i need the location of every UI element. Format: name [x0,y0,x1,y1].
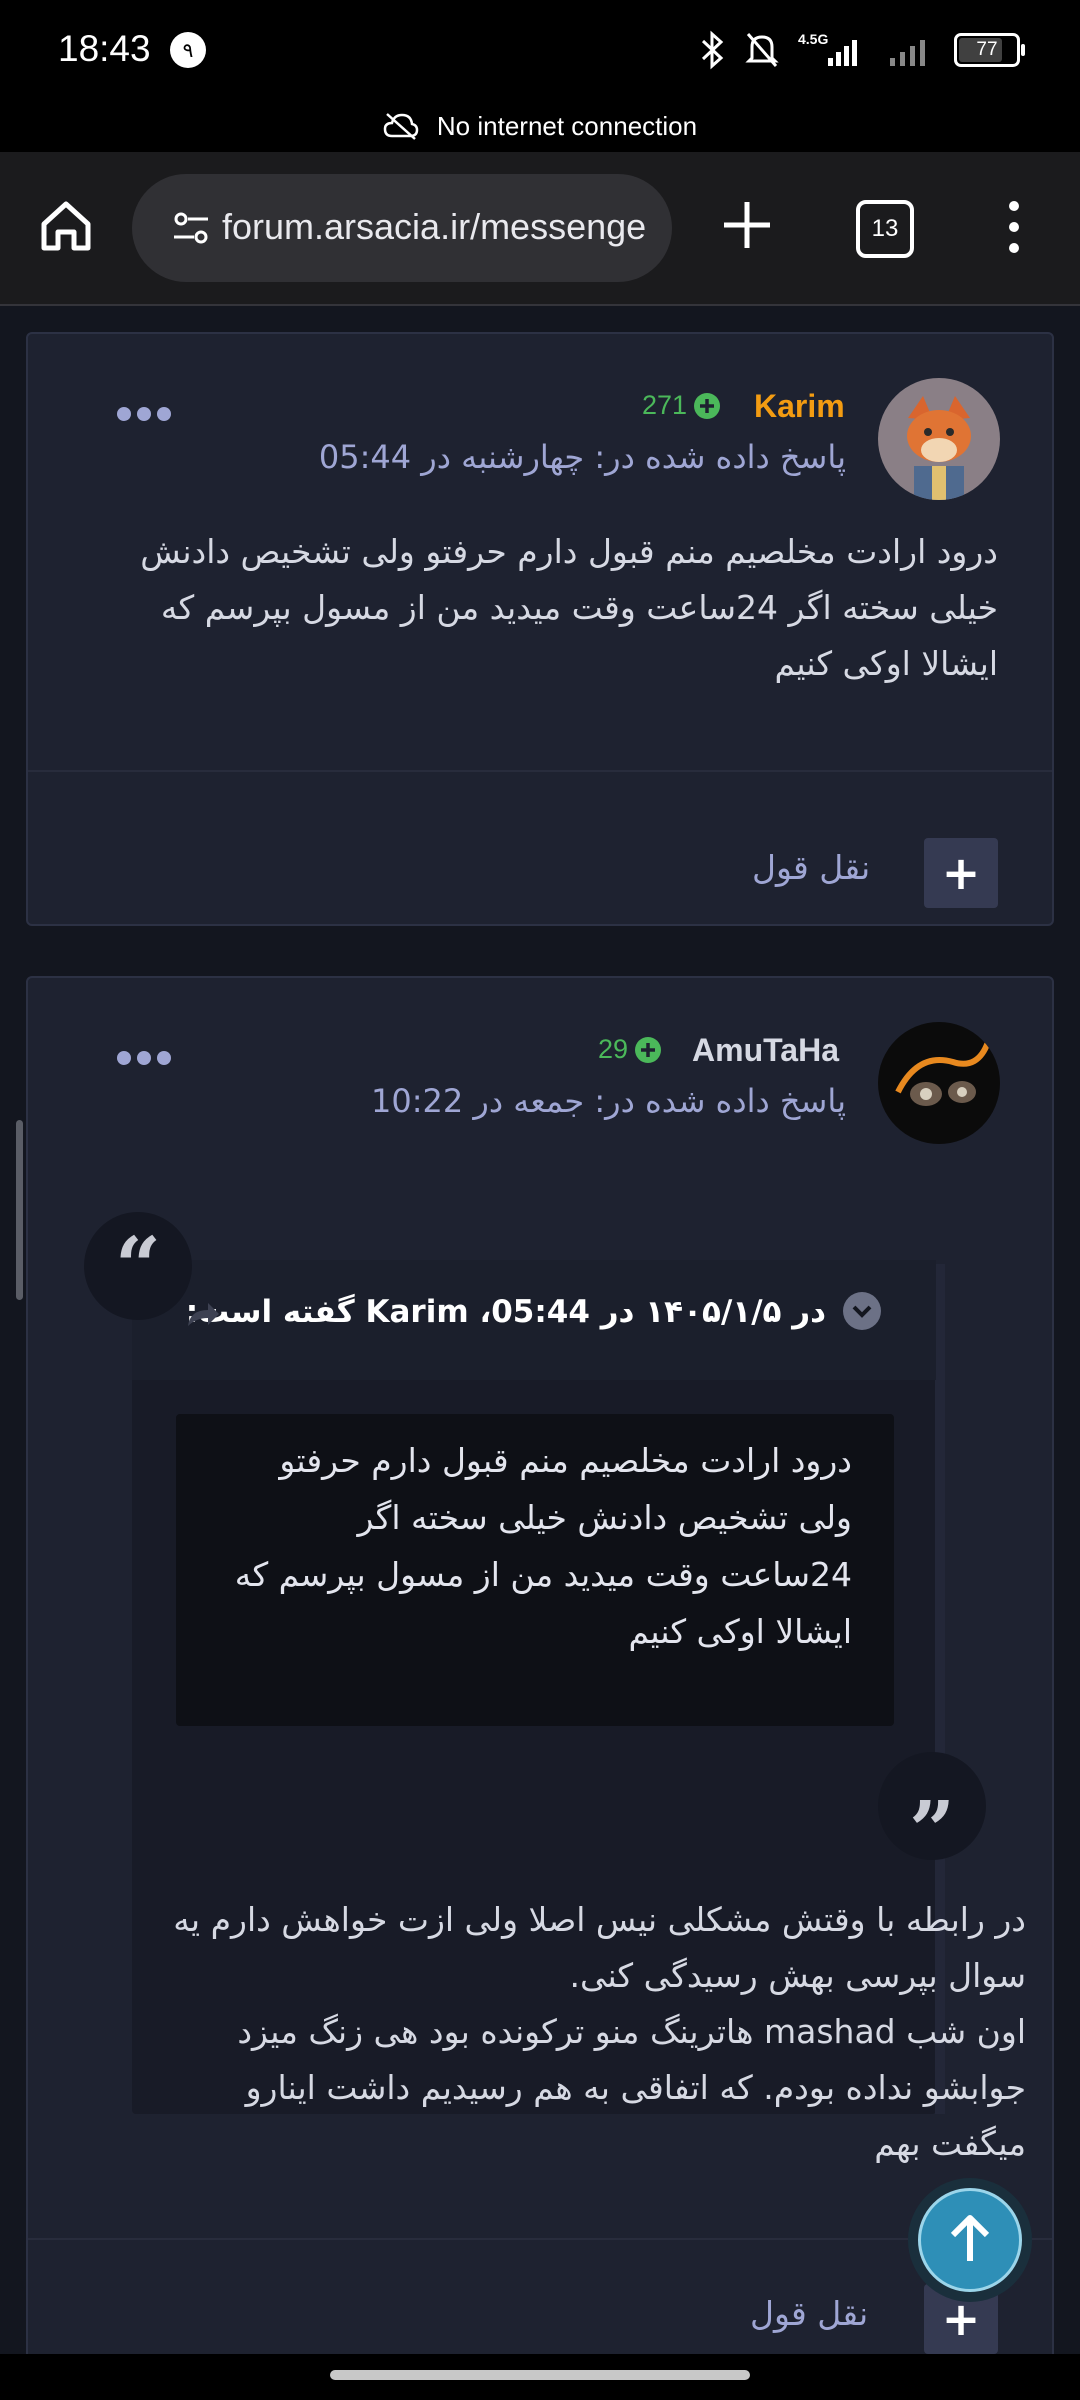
quote-attribution[interactable]: در ۱۴۰۵/۱/۵ در 05:44، Karim گفته است: [186,1294,826,1330]
fox-avatar-image [878,378,1000,500]
post-body-line: اون شب mashad هاترینگ منو ترکونده بود هی… [237,2012,1026,2051]
post-date[interactable]: پاسخ داده شده در: جمعه در 10:22 [371,1082,846,1120]
scroll-to-top-inner[interactable] [918,2188,1022,2292]
post-footer-divider [28,2238,1052,2240]
gesture-nav-bar [0,2354,1080,2400]
bell-muted-icon [745,33,779,67]
post-footer-divider [28,770,1052,772]
status-bar: 18:43 ۹ 4.5G 77 [0,0,1080,100]
new-tab-plus-icon[interactable] [716,194,778,256]
reputation-count: 271 [642,390,688,420]
quote-button[interactable]: نقل قول [750,2294,868,2333]
home-icon[interactable] [36,196,96,256]
eyes-avatar-image [878,1022,1000,1144]
post-body-line: میگفت بهم [874,2124,1026,2163]
quote-body: درود ارادت مخلصیم منم قبول دارم حرفتو ول… [206,1432,852,1660]
post-date[interactable]: پاسخ داده شده در: چهارشنبه در 05:44 [319,438,846,476]
overflow-menu-icon[interactable] [996,196,1032,258]
quote-close-icon: ” [878,1752,986,1877]
go-to-quoted-post-icon[interactable] [184,1300,222,1330]
post-body-line: خیلی سخته اگر 24ساعت وقت میدید من از مسو… [160,588,998,627]
reputation-badge: 271 [642,390,721,421]
username-link[interactable]: AmuTaHa [692,1032,839,1069]
signal-4-5g-icon: 4.5G [798,31,857,66]
plus-circle-icon [635,1036,662,1063]
post-body-line: ایشالا اوکی کنیم [774,644,998,683]
signal-sim2-icon [890,40,925,66]
battery-icon: 77 [954,33,1025,67]
quote-open-icon: “ [84,1212,192,1320]
url-text[interactable]: forum.arsacia.ir/messenge [222,206,646,248]
post-body: درود ارادت مخلصیم منم قبول دارم حرفتو ول… [98,524,998,692]
username-link[interactable]: Karim [754,388,845,425]
post-body-line: جوابشو نداده بودم. که اتفاقی به هم رسیدی… [245,2068,1026,2107]
cloud-off-icon [383,113,419,140]
reputation-count: 29 [598,1034,629,1064]
post-options-icon[interactable] [114,1048,174,1068]
post-body-line: درود ارادت مخلصیم منم قبول دارم حرفتو ول… [140,532,998,571]
chevron-down-icon[interactable] [843,1292,881,1330]
quote-button[interactable]: نقل قول [752,848,870,887]
quote-body-line: درود ارادت مخلصیم منم قبول دارم حرفتو [279,1441,852,1480]
browser-toolbar: forum.arsacia.ir/messenge 13 [0,152,1080,306]
site-settings-icon[interactable] [172,208,212,248]
svg-text:“: “ [115,1219,161,1313]
connection-banner-text: No internet connection [436,110,698,141]
arrow-up-icon [950,2215,990,2261]
battery-fill [959,38,1003,62]
post-options-icon[interactable] [114,404,174,424]
plus-circle-icon [694,392,721,419]
network-type-label: 4.5G [798,31,828,47]
home-gesture-pill[interactable] [330,2370,750,2380]
scrollbar[interactable] [16,1120,23,1300]
tab-switcher-button[interactable]: 13 [856,200,914,258]
reputation-badge: 29 [598,1034,662,1065]
avatar[interactable] [878,1022,1000,1144]
connection-banner: No internet connection [0,100,1080,152]
quote-body-line: 24ساعت وقت میدید من از مسول بپرسم که [234,1555,852,1594]
multiquote-button[interactable]: + [924,838,998,908]
status-icons: 4.5G 77 [700,30,1025,70]
post-card: Karim 271 پاسخ داده شده در: چهارشنبه در … [26,332,1054,926]
scroll-to-top-button[interactable] [908,2178,1032,2302]
address-bar[interactable]: forum.arsacia.ir/messenge [132,174,672,282]
post-body-line: سوال بپرسی بهش رسیدگی کنی. [569,1956,1026,1995]
quote-body-line: ایشالا اوکی کنیم [628,1612,852,1651]
post-body: در رابطه با وقتش مشکلی نیس اصلا ولی ازت … [106,1892,1026,2172]
page-content[interactable]: Karim 271 پاسخ داده شده در: چهارشنبه در … [0,306,1080,2366]
clock: 18:43 [58,28,151,69]
post-body-line: در رابطه با وقتش مشکلی نیس اصلا ولی ازت … [173,1900,1026,1939]
notification-count-badge: ۹ [170,32,206,68]
quote-body-line: ولی تشخیص دادنش خیلی سخته اگر [357,1498,852,1537]
bluetooth-icon [701,30,724,70]
avatar[interactable] [878,378,1000,500]
svg-text:”: ” [909,1783,955,1860]
